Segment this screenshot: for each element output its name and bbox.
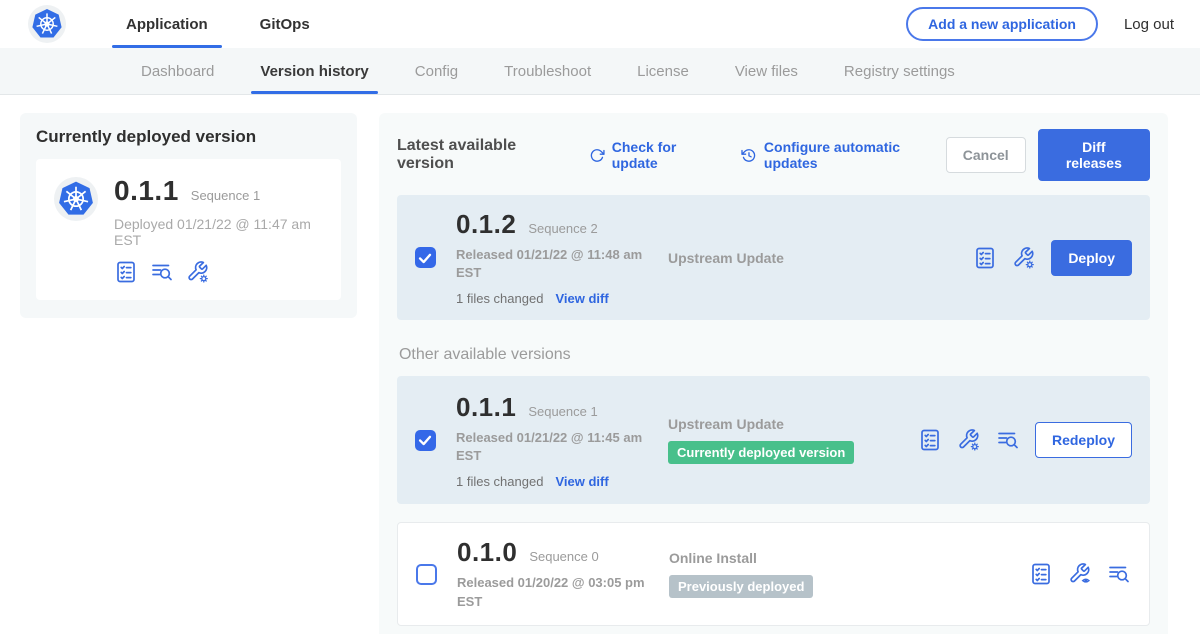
version-number: 0.1.0 — [457, 537, 517, 568]
version-source: Upstream Update — [668, 416, 918, 432]
latest-available-title: Latest available version — [397, 137, 567, 173]
row-gap — [397, 504, 1150, 522]
currently-deployed-title: Currently deployed version — [36, 127, 341, 147]
auto-update-clock-icon — [741, 147, 757, 164]
top-nav: Application GitOps Add a new application… — [0, 0, 1200, 48]
available-versions-panel: Latest available version Check for updat… — [379, 113, 1168, 634]
tab-troubleshoot[interactable]: Troubleshoot — [481, 48, 614, 94]
top-tab-gitops[interactable]: GitOps — [234, 0, 336, 48]
version-sequence: Sequence 1 — [528, 404, 597, 419]
main-content: Currently deployed version 0.1.1 Sequenc… — [0, 95, 1200, 634]
top-tab-application-label: Application — [126, 16, 208, 33]
version-source: Upstream Update — [668, 250, 918, 266]
current-version-deployed-at: Deployed 01/21/22 @ 11:47 am EST — [114, 216, 323, 248]
version-info: 0.1.1 Sequence 1 Released 01/21/22 @ 11:… — [456, 392, 668, 489]
top-nav-spacer — [336, 0, 906, 48]
panel-header: Latest available version Check for updat… — [397, 129, 1150, 181]
version-sequence: Sequence 0 — [529, 549, 598, 564]
tab-view-files[interactable]: View files — [712, 48, 821, 94]
version-actions: Deploy — [973, 240, 1132, 276]
tab-version-history[interactable]: Version history — [237, 48, 391, 94]
preflight-checks-icon[interactable] — [973, 246, 997, 270]
currently-deployed-inner-card: 0.1.1 Sequence 1 Deployed 01/21/22 @ 11:… — [36, 159, 341, 300]
deploy-button[interactable]: Deploy — [1051, 240, 1132, 276]
edit-config-icon[interactable] — [1012, 246, 1036, 270]
version-source-block: Online Install Previously deployed — [669, 550, 919, 598]
kubernetes-app-icon — [54, 175, 98, 223]
configure-updates-link[interactable]: Configure automatic updates — [741, 139, 946, 171]
configure-updates-label: Configure automatic updates — [764, 139, 946, 171]
version-row-0-1-1: 0.1.1 Sequence 1 Released 01/21/22 @ 11:… — [397, 376, 1150, 504]
previously-deployed-badge: Previously deployed — [669, 575, 813, 598]
currently-deployed-badge: Currently deployed version — [668, 441, 854, 464]
edit-config-icon[interactable] — [957, 428, 981, 452]
currently-deployed-details: 0.1.1 Sequence 1 Deployed 01/21/22 @ 11:… — [114, 175, 323, 284]
version-checkbox[interactable] — [415, 430, 436, 451]
checkmark-icon — [416, 249, 434, 267]
other-versions-header: Other available versions — [399, 346, 1150, 364]
deploy-logs-icon[interactable] — [1107, 562, 1131, 586]
tab-license[interactable]: License — [614, 48, 712, 94]
files-changed-label: 1 files changed — [456, 474, 543, 489]
logout-link[interactable]: Log out — [1124, 16, 1174, 33]
top-tab-gitops-label: GitOps — [260, 16, 310, 33]
version-info: 0.1.2 Sequence 2 Released 01/21/22 @ 11:… — [456, 209, 668, 306]
version-actions — [1029, 562, 1131, 586]
check-for-update-label: Check for update — [612, 139, 719, 171]
version-checkbox[interactable] — [416, 564, 437, 585]
deploy-logs-icon[interactable] — [150, 260, 174, 284]
view-config-icon[interactable] — [1068, 562, 1092, 586]
version-released-at: Released 01/21/22 @ 11:48 am EST — [456, 246, 644, 282]
currently-deployed-card: Currently deployed version 0.1.1 Sequenc… — [20, 113, 357, 318]
kubernetes-logo-icon — [28, 5, 66, 43]
tab-view-files-label: View files — [735, 63, 798, 80]
preflight-checks-icon[interactable] — [918, 428, 942, 452]
version-info: 0.1.0 Sequence 0 Released 01/20/22 @ 03:… — [457, 537, 669, 610]
tab-registry-settings[interactable]: Registry settings — [821, 48, 978, 94]
refresh-icon — [589, 147, 605, 164]
preflight-checks-icon[interactable] — [114, 260, 138, 284]
version-source-block: Upstream Update Currently deployed versi… — [668, 416, 918, 464]
view-diff-link[interactable]: View diff — [555, 291, 608, 306]
current-version-sequence: Sequence 1 — [191, 188, 260, 203]
tab-config-label: Config — [415, 63, 458, 80]
diff-releases-button[interactable]: Diff releases — [1038, 129, 1150, 181]
files-changed-label: 1 files changed — [456, 291, 543, 306]
view-diff-link[interactable]: View diff — [555, 474, 608, 489]
version-number: 0.1.1 — [456, 392, 516, 423]
deploy-logs-icon[interactable] — [996, 428, 1020, 452]
version-released-at: Released 01/20/22 @ 03:05 pm EST — [457, 574, 645, 610]
tab-config[interactable]: Config — [392, 48, 481, 94]
app-sub-nav: Dashboard Version history Config Trouble… — [0, 48, 1200, 95]
cancel-button[interactable]: Cancel — [946, 137, 1026, 173]
version-checkbox[interactable] — [415, 247, 436, 268]
preflight-checks-icon[interactable] — [1029, 562, 1053, 586]
redeploy-button[interactable]: Redeploy — [1035, 422, 1132, 458]
tab-version-history-label: Version history — [260, 63, 368, 80]
edit-config-icon[interactable] — [186, 260, 210, 284]
tab-registry-settings-label: Registry settings — [844, 63, 955, 80]
version-sequence: Sequence 2 — [528, 221, 597, 236]
checkmark-icon — [416, 431, 434, 449]
tab-dashboard-label: Dashboard — [141, 63, 214, 80]
tab-dashboard[interactable]: Dashboard — [118, 48, 237, 94]
add-application-button[interactable]: Add a new application — [906, 7, 1098, 41]
app-logo — [28, 0, 66, 48]
version-row-0-1-0: 0.1.0 Sequence 0 Released 01/20/22 @ 03:… — [397, 522, 1150, 625]
tab-license-label: License — [637, 63, 689, 80]
tab-troubleshoot-label: Troubleshoot — [504, 63, 591, 80]
version-source: Online Install — [669, 550, 919, 566]
current-version-number: 0.1.1 — [114, 175, 179, 207]
version-actions: Redeploy — [918, 422, 1132, 458]
version-number: 0.1.2 — [456, 209, 516, 240]
version-released-at: Released 01/21/22 @ 11:45 am EST — [456, 429, 644, 465]
version-source-block: Upstream Update — [668, 250, 918, 266]
check-for-update-link[interactable]: Check for update — [589, 139, 719, 171]
top-tab-application[interactable]: Application — [100, 0, 234, 48]
version-row-0-1-2: 0.1.2 Sequence 2 Released 01/21/22 @ 11:… — [397, 195, 1150, 320]
